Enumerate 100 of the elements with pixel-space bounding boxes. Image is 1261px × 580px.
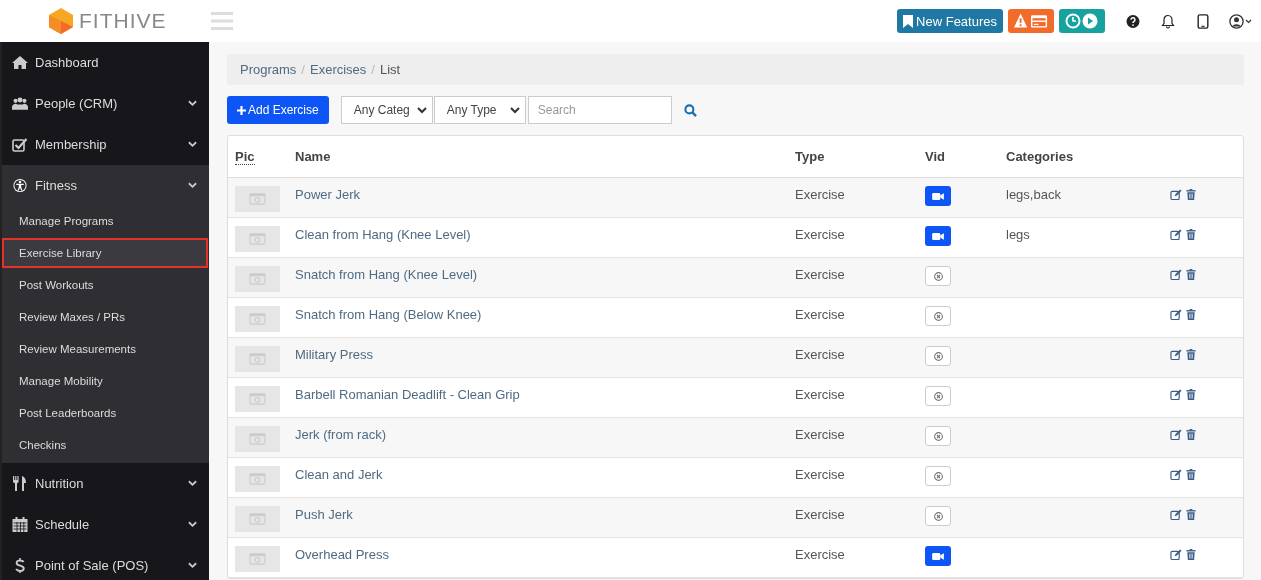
exercise-name-link[interactable]: Clean and Jerk [295,467,383,482]
exercise-name-link[interactable]: Power Jerk [295,187,361,202]
edit-icon[interactable] [1170,229,1182,240]
sidebar-subitem[interactable]: Manage Mobility [2,366,208,396]
column-header: Vid [925,149,945,164]
exercise-name-link[interactable]: Push Jerk [295,507,353,522]
sidebar-item[interactable]: People (CRM) [2,83,209,124]
no-video-button[interactable] [925,386,951,406]
edit-icon[interactable] [1170,309,1182,320]
trash-icon[interactable] [1185,469,1197,480]
video-button[interactable] [925,186,951,206]
table-cell: Exercise [795,307,845,322]
sidebar-item[interactable]: Nutrition [2,463,209,504]
sidebar-subitem[interactable]: Review Measurements [2,334,208,364]
sidebar-subitem[interactable]: Post Leaderboards [2,398,208,428]
cross-circle-icon [933,431,943,441]
camera-icon [249,352,266,366]
breadcrumb-link[interactable]: Programs [240,62,297,77]
edit-icon[interactable] [1170,269,1182,280]
exercise-name-link[interactable]: Snatch from Hang (Below Knee) [295,307,482,322]
trash-icon[interactable] [1185,229,1197,240]
table-cell: Exercise [795,187,845,202]
exercise-name-link[interactable]: Snatch from Hang (Knee Level) [295,267,478,282]
camera-icon [249,272,266,286]
dollar-icon [12,558,28,573]
cross-circle-icon [933,351,943,361]
no-video-button[interactable] [925,266,951,286]
home-icon [12,55,28,70]
sidebar-subitem[interactable]: Manage Programs [2,206,208,236]
bell-icon[interactable] [1161,13,1175,29]
sidebar-item[interactable]: Membership [2,124,209,165]
video-button[interactable] [925,546,951,566]
search-icon[interactable] [683,103,697,117]
cross-circle-icon [933,271,943,281]
tablet-icon[interactable] [1196,13,1210,29]
exercise-name-link[interactable]: Jerk (from rack) [295,427,386,442]
edit-icon[interactable] [1170,429,1182,440]
no-video-button[interactable] [925,426,951,446]
trash-icon[interactable] [1185,189,1197,200]
trash-icon[interactable] [1185,309,1197,320]
edit-icon[interactable] [1170,349,1182,360]
person-circle-icon [12,178,28,193]
no-video-button[interactable] [925,466,951,486]
chevron-down-icon [188,182,197,189]
no-video-button[interactable] [925,306,951,326]
type-dropdown[interactable]: Any Type [433,96,526,124]
billing-alert-button[interactable] [1008,9,1054,33]
chevron-down-icon [188,100,197,107]
camera-icon [249,552,266,566]
column-header: Type [795,149,825,164]
trash-icon[interactable] [1185,429,1197,440]
trash-icon[interactable] [1185,509,1197,520]
sidebar-subitem[interactable]: Review Maxes / PRs [2,302,208,332]
logo-icon [49,8,73,34]
help-icon[interactable] [1126,13,1140,29]
trash-icon[interactable] [1185,269,1197,280]
video-button[interactable] [925,226,951,246]
exercise-name-link[interactable]: Barbell Romanian Deadlift - Clean Grip [295,387,520,402]
cross-circle-icon [933,311,943,321]
table-cell: Exercise [795,267,845,282]
camera-icon [249,312,266,326]
sidebar-item[interactable]: Fitness [2,165,209,206]
cross-circle-icon [933,511,943,521]
edit-icon[interactable] [1170,389,1182,400]
video-camera-icon [932,191,944,201]
sidebar-subitem[interactable]: Exercise Library [2,238,208,268]
trash-icon[interactable] [1185,349,1197,360]
column-header: Categories [1006,149,1074,164]
table-cell: legs [1006,227,1030,242]
exercise-name-link[interactable]: Overhead Press [295,547,389,562]
edit-icon[interactable] [1170,509,1182,520]
category-dropdown[interactable]: Any Categ [340,96,433,124]
plus-icon [237,105,246,115]
sidebar-subitem[interactable]: Post Workouts [2,270,208,300]
table-cell: legs,back [1006,187,1061,202]
no-video-button[interactable] [925,346,951,366]
table-cell: Exercise [795,387,845,402]
sidebar-subitem[interactable]: Checkins [2,430,208,460]
edit-icon[interactable] [1170,189,1182,200]
trash-icon[interactable] [1185,549,1197,560]
edit-icon[interactable] [1170,549,1182,560]
add-exercise-button[interactable]: Add Exercise [227,96,329,124]
timer-button[interactable] [1059,9,1105,33]
exercise-name-link[interactable]: Military Press [295,347,373,362]
camera-icon [249,512,266,526]
brand-name: FITHIVE [79,9,167,33]
edit-icon[interactable] [1170,469,1182,480]
no-video-button[interactable] [925,506,951,526]
chevron-down-icon [188,562,197,569]
table-cell: Exercise [795,507,845,522]
exercise-name-link[interactable]: Clean from Hang (Knee Level) [295,227,471,242]
video-camera-icon [932,231,944,241]
trash-icon[interactable] [1185,389,1197,400]
sidebar-item[interactable]: Dashboard [2,42,209,83]
search-field[interactable]: Search [527,96,672,124]
sidebar-item[interactable]: Schedule [2,504,209,545]
breadcrumb-link[interactable]: Exercises [310,62,367,77]
chevron-down-icon [509,106,520,114]
sidebar-item[interactable]: Point of Sale (POS) [2,545,209,580]
new-features-button[interactable]: New Features [897,9,1003,33]
